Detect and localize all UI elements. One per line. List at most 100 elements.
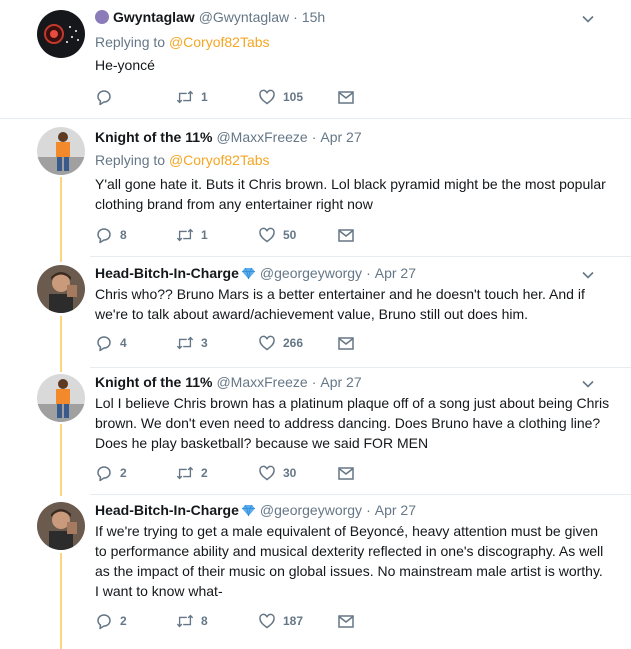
reply-button[interactable] — [95, 88, 120, 106]
avatar-image — [37, 265, 85, 313]
like-button[interactable]: 50 — [258, 226, 296, 244]
like-count: 105 — [283, 90, 304, 104]
envelope-icon — [338, 615, 354, 628]
avatar[interactable] — [37, 374, 85, 422]
retweet-icon — [176, 228, 194, 242]
retweet-count: 2 — [201, 466, 208, 480]
like-button[interactable]: 187 — [258, 612, 303, 630]
retweet-count: 1 — [201, 90, 208, 104]
heart-icon — [259, 613, 275, 629]
profile-badge-icon — [95, 10, 109, 24]
tweet[interactable]: Head-Bitch-In-Charge @georgeyworgy · Apr… — [0, 257, 631, 367]
like-button[interactable]: 30 — [258, 464, 296, 482]
reply-icon — [97, 336, 111, 352]
tweet[interactable]: Knight of the 11% @MaxxFreeze · Apr 27 L… — [0, 368, 631, 494]
reply-button[interactable]: 8 — [95, 226, 127, 244]
message-button[interactable] — [337, 334, 355, 352]
reply-button[interactable]: 2 — [95, 464, 127, 482]
display-name[interactable]: Knight of the 11% — [95, 373, 212, 391]
retweet-icon — [176, 614, 194, 628]
avatar[interactable] — [37, 265, 85, 313]
retweet-count: 3 — [201, 336, 208, 350]
tweet-text: He-yoncé — [95, 57, 155, 73]
envelope-icon — [338, 91, 354, 104]
reply-count: 2 — [120, 614, 127, 628]
retweet-icon — [176, 466, 194, 480]
avatar-image — [37, 127, 85, 175]
tweet[interactable]: Head-Bitch-In-Charge @georgeyworgy · Apr… — [0, 495, 631, 649]
user-handle[interactable]: @georgeyworgy — [260, 264, 362, 282]
retweet-button[interactable]: 8 — [176, 612, 208, 630]
message-button[interactable] — [337, 464, 355, 482]
retweet-count: 8 — [201, 614, 208, 628]
user-handle[interactable]: @Gwyntaglaw — [199, 8, 289, 26]
envelope-icon — [338, 337, 354, 350]
tweet[interactable]: Knight of the 11% @MaxxFreeze · Apr 27 R… — [0, 119, 631, 256]
retweet-icon — [176, 336, 194, 350]
heart-icon — [259, 335, 275, 351]
reply-icon — [97, 90, 111, 106]
envelope-icon — [338, 229, 354, 242]
avatar[interactable] — [37, 127, 85, 175]
timestamp[interactable]: 15h — [302, 8, 325, 26]
retweet-button[interactable]: 2 — [176, 464, 208, 482]
heart-icon — [259, 465, 275, 481]
retweet-button[interactable]: 1 — [176, 88, 208, 106]
like-count: 50 — [283, 228, 297, 242]
chevron-down-icon[interactable] — [581, 268, 595, 282]
reply-icon — [97, 614, 111, 630]
timestamp[interactable]: Apr 27 — [320, 373, 361, 391]
display-name[interactable]: Knight of the 11% — [95, 128, 212, 146]
user-handle[interactable]: @MaxxFreeze — [216, 128, 307, 146]
avatar-image — [37, 374, 85, 422]
like-count: 187 — [283, 614, 304, 628]
replying-to: Replying to @Coryof82Tabs — [95, 152, 270, 168]
separator: · — [293, 9, 298, 25]
tweet-text: Chris who?? Bruno Mars is a better enter… — [95, 286, 585, 322]
message-button[interactable] — [337, 226, 355, 244]
display-name[interactable]: Head-Bitch-In-Charge — [95, 501, 239, 519]
user-handle[interactable]: @MaxxFreeze — [216, 373, 307, 391]
reply-button[interactable]: 2 — [95, 612, 127, 630]
like-button[interactable]: 105 — [258, 88, 303, 106]
like-button[interactable]: 266 — [258, 334, 303, 352]
replying-to: Replying to @Coryof82Tabs — [95, 34, 270, 50]
replying-to-link[interactable]: @Coryof82Tabs — [169, 152, 270, 168]
replying-to-link[interactable]: @Coryof82Tabs — [169, 34, 270, 50]
message-button[interactable] — [337, 612, 355, 630]
tweet[interactable]: Gwyntaglaw @Gwyntaglaw · 15h Replying to… — [0, 0, 631, 118]
reply-count: 4 — [120, 336, 127, 350]
user-handle[interactable]: @georgeyworgy — [260, 501, 362, 519]
avatar-image — [37, 502, 85, 550]
retweet-icon — [176, 90, 194, 104]
separator: · — [366, 265, 371, 281]
tweet-text: If we're trying to get a male equivalent… — [95, 523, 604, 599]
chevron-down-icon[interactable] — [581, 12, 595, 26]
diamond-emoji-icon — [241, 267, 255, 279]
avatar[interactable] — [37, 502, 85, 550]
separator: · — [311, 129, 317, 145]
envelope-icon — [338, 467, 354, 480]
tweet-text: Lol I believe Chris brown has a platinum… — [95, 395, 610, 451]
reply-count: 2 — [120, 466, 127, 480]
heart-icon — [259, 227, 275, 243]
diamond-emoji-icon — [241, 504, 255, 516]
reply-button[interactable]: 4 — [95, 334, 127, 352]
timestamp[interactable]: Apr 27 — [320, 128, 361, 146]
reply-count: 8 — [120, 228, 127, 242]
reply-icon — [97, 228, 111, 244]
retweet-button[interactable]: 1 — [176, 226, 208, 244]
retweet-button[interactable]: 3 — [176, 334, 208, 352]
heart-icon — [259, 89, 275, 105]
timestamp[interactable]: Apr 27 — [375, 264, 416, 282]
message-button[interactable] — [337, 88, 355, 106]
timestamp[interactable]: Apr 27 — [375, 501, 416, 519]
display-name[interactable]: Gwyntaglaw — [113, 8, 195, 26]
separator: · — [311, 374, 317, 390]
avatar[interactable] — [37, 10, 85, 58]
reply-icon — [97, 466, 111, 482]
tweet-text: Y'all gone hate it. Buts it Chris brown.… — [95, 176, 606, 212]
display-name[interactable]: Head-Bitch-In-Charge — [95, 264, 239, 282]
like-count: 266 — [283, 336, 304, 350]
chevron-down-icon[interactable] — [581, 377, 595, 391]
